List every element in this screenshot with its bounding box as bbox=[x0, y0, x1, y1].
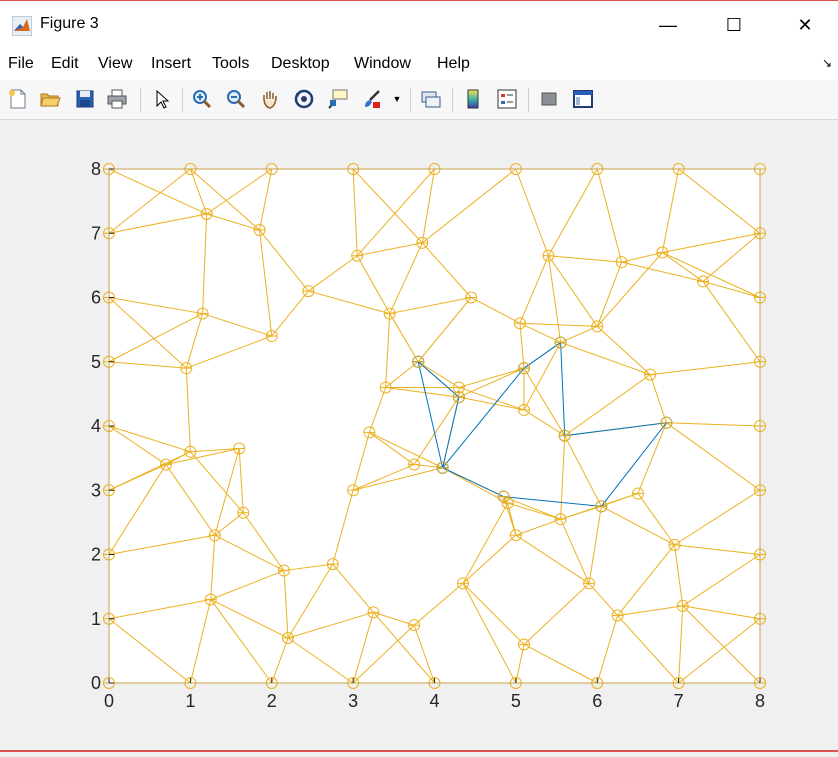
y-tick-label: 5 bbox=[91, 352, 101, 372]
y-tick-label: 3 bbox=[91, 480, 101, 500]
insert-legend-button[interactable] bbox=[495, 87, 519, 111]
open-file-button[interactable] bbox=[38, 87, 62, 111]
new-file-icon bbox=[9, 89, 26, 109]
close-icon: ✕ bbox=[797, 14, 813, 35]
data-cursor-icon bbox=[328, 89, 348, 109]
title-bar[interactable]: Figure 3 — ☐ ✕ bbox=[0, 1, 838, 48]
menu-bar: File Edit View Insert Tools Desktop Wind… bbox=[0, 48, 838, 80]
show-plot-tools-button[interactable] bbox=[571, 87, 595, 111]
figure-canvas[interactable]: 0 1 2 3 4 5 6 7 8 0 1 2 3 4 5 6 7 8 bbox=[0, 120, 838, 752]
rotate-3d-button[interactable] bbox=[292, 87, 316, 111]
zoom-out-icon bbox=[227, 90, 246, 109]
link-plot-button[interactable] bbox=[419, 87, 443, 111]
close-button[interactable]: ✕ bbox=[782, 11, 828, 39]
menu-file[interactable]: File bbox=[8, 55, 34, 73]
colorbar-icon bbox=[467, 89, 479, 109]
mesh-plot[interactable]: 0 1 2 3 4 5 6 7 8 0 1 2 3 4 5 6 7 8 bbox=[0, 120, 838, 752]
edit-plot-button[interactable] bbox=[150, 87, 174, 111]
brush-dropdown-button[interactable]: ▼ bbox=[390, 87, 404, 111]
data-cursor-button[interactable] bbox=[326, 87, 350, 111]
figure-toolbar: ▼ bbox=[0, 80, 838, 120]
legend-icon bbox=[497, 89, 517, 109]
y-tick-label: 7 bbox=[91, 223, 101, 243]
x-tick-label: 4 bbox=[429, 691, 439, 711]
maximize-icon: ☐ bbox=[725, 14, 743, 35]
menu-insert[interactable]: Insert bbox=[151, 55, 191, 73]
toolbar-separator bbox=[452, 88, 453, 112]
toolbar-separator bbox=[528, 88, 529, 112]
zoom-out-button[interactable] bbox=[224, 87, 248, 111]
link-plot-icon bbox=[421, 91, 441, 108]
menu-view[interactable]: View bbox=[98, 55, 132, 73]
x-tick-label: 1 bbox=[185, 691, 195, 711]
menu-help[interactable]: Help bbox=[437, 55, 470, 73]
hide-plot-tools-button[interactable] bbox=[537, 87, 561, 111]
maximize-button[interactable]: ☐ bbox=[711, 11, 757, 39]
x-tick-label: 2 bbox=[267, 691, 277, 711]
brush-button[interactable] bbox=[360, 87, 384, 111]
zoom-in-icon bbox=[193, 90, 212, 109]
insert-colorbar-button[interactable] bbox=[461, 87, 485, 111]
menu-window[interactable]: Window bbox=[354, 55, 411, 73]
x-tick-label: 0 bbox=[104, 691, 114, 711]
y-tick-label: 4 bbox=[91, 416, 101, 436]
x-tick-label: 3 bbox=[348, 691, 358, 711]
print-button[interactable] bbox=[105, 87, 129, 111]
zoom-in-button[interactable] bbox=[190, 87, 214, 111]
y-tick-label: 8 bbox=[91, 159, 101, 179]
open-folder-icon bbox=[40, 93, 61, 107]
hide-plot-tools-icon bbox=[541, 92, 557, 106]
y-tick-label: 0 bbox=[91, 673, 101, 693]
show-plot-tools-icon bbox=[573, 90, 593, 108]
toolbar-separator bbox=[410, 88, 411, 112]
x-tick-label: 5 bbox=[511, 691, 521, 711]
x-tick-label: 8 bbox=[755, 691, 765, 711]
figure-window: Figure 3 — ☐ ✕ File Edit View Insert Too… bbox=[0, 0, 838, 752]
x-tick-label: 6 bbox=[592, 691, 602, 711]
chevron-down-icon: ▼ bbox=[392, 94, 402, 104]
arrow-pointer-icon bbox=[156, 89, 170, 109]
menu-desktop[interactable]: Desktop bbox=[271, 55, 330, 73]
rotate-icon bbox=[294, 89, 314, 109]
x-tick-label: 7 bbox=[674, 691, 684, 711]
dock-figure-icon[interactable]: ↘ bbox=[822, 56, 832, 70]
window-title: Figure 3 bbox=[40, 15, 99, 32]
matlab-logo-icon bbox=[12, 16, 32, 36]
y-tick-label: 2 bbox=[91, 545, 101, 565]
minimize-button[interactable]: — bbox=[645, 11, 691, 39]
save-disk-icon bbox=[76, 90, 94, 108]
brush-icon bbox=[365, 90, 380, 108]
save-button[interactable] bbox=[73, 87, 97, 111]
menu-edit[interactable]: Edit bbox=[51, 55, 79, 73]
pan-button[interactable] bbox=[258, 87, 282, 111]
printer-icon bbox=[107, 89, 127, 109]
y-tick-label: 1 bbox=[91, 609, 101, 629]
y-tick-label: 6 bbox=[91, 288, 101, 308]
minimize-icon: — bbox=[659, 14, 677, 35]
hand-pan-icon bbox=[263, 91, 277, 109]
new-figure-button[interactable] bbox=[6, 87, 30, 111]
toolbar-separator bbox=[182, 88, 183, 112]
menu-tools[interactable]: Tools bbox=[212, 55, 249, 73]
toolbar-separator bbox=[140, 88, 141, 112]
